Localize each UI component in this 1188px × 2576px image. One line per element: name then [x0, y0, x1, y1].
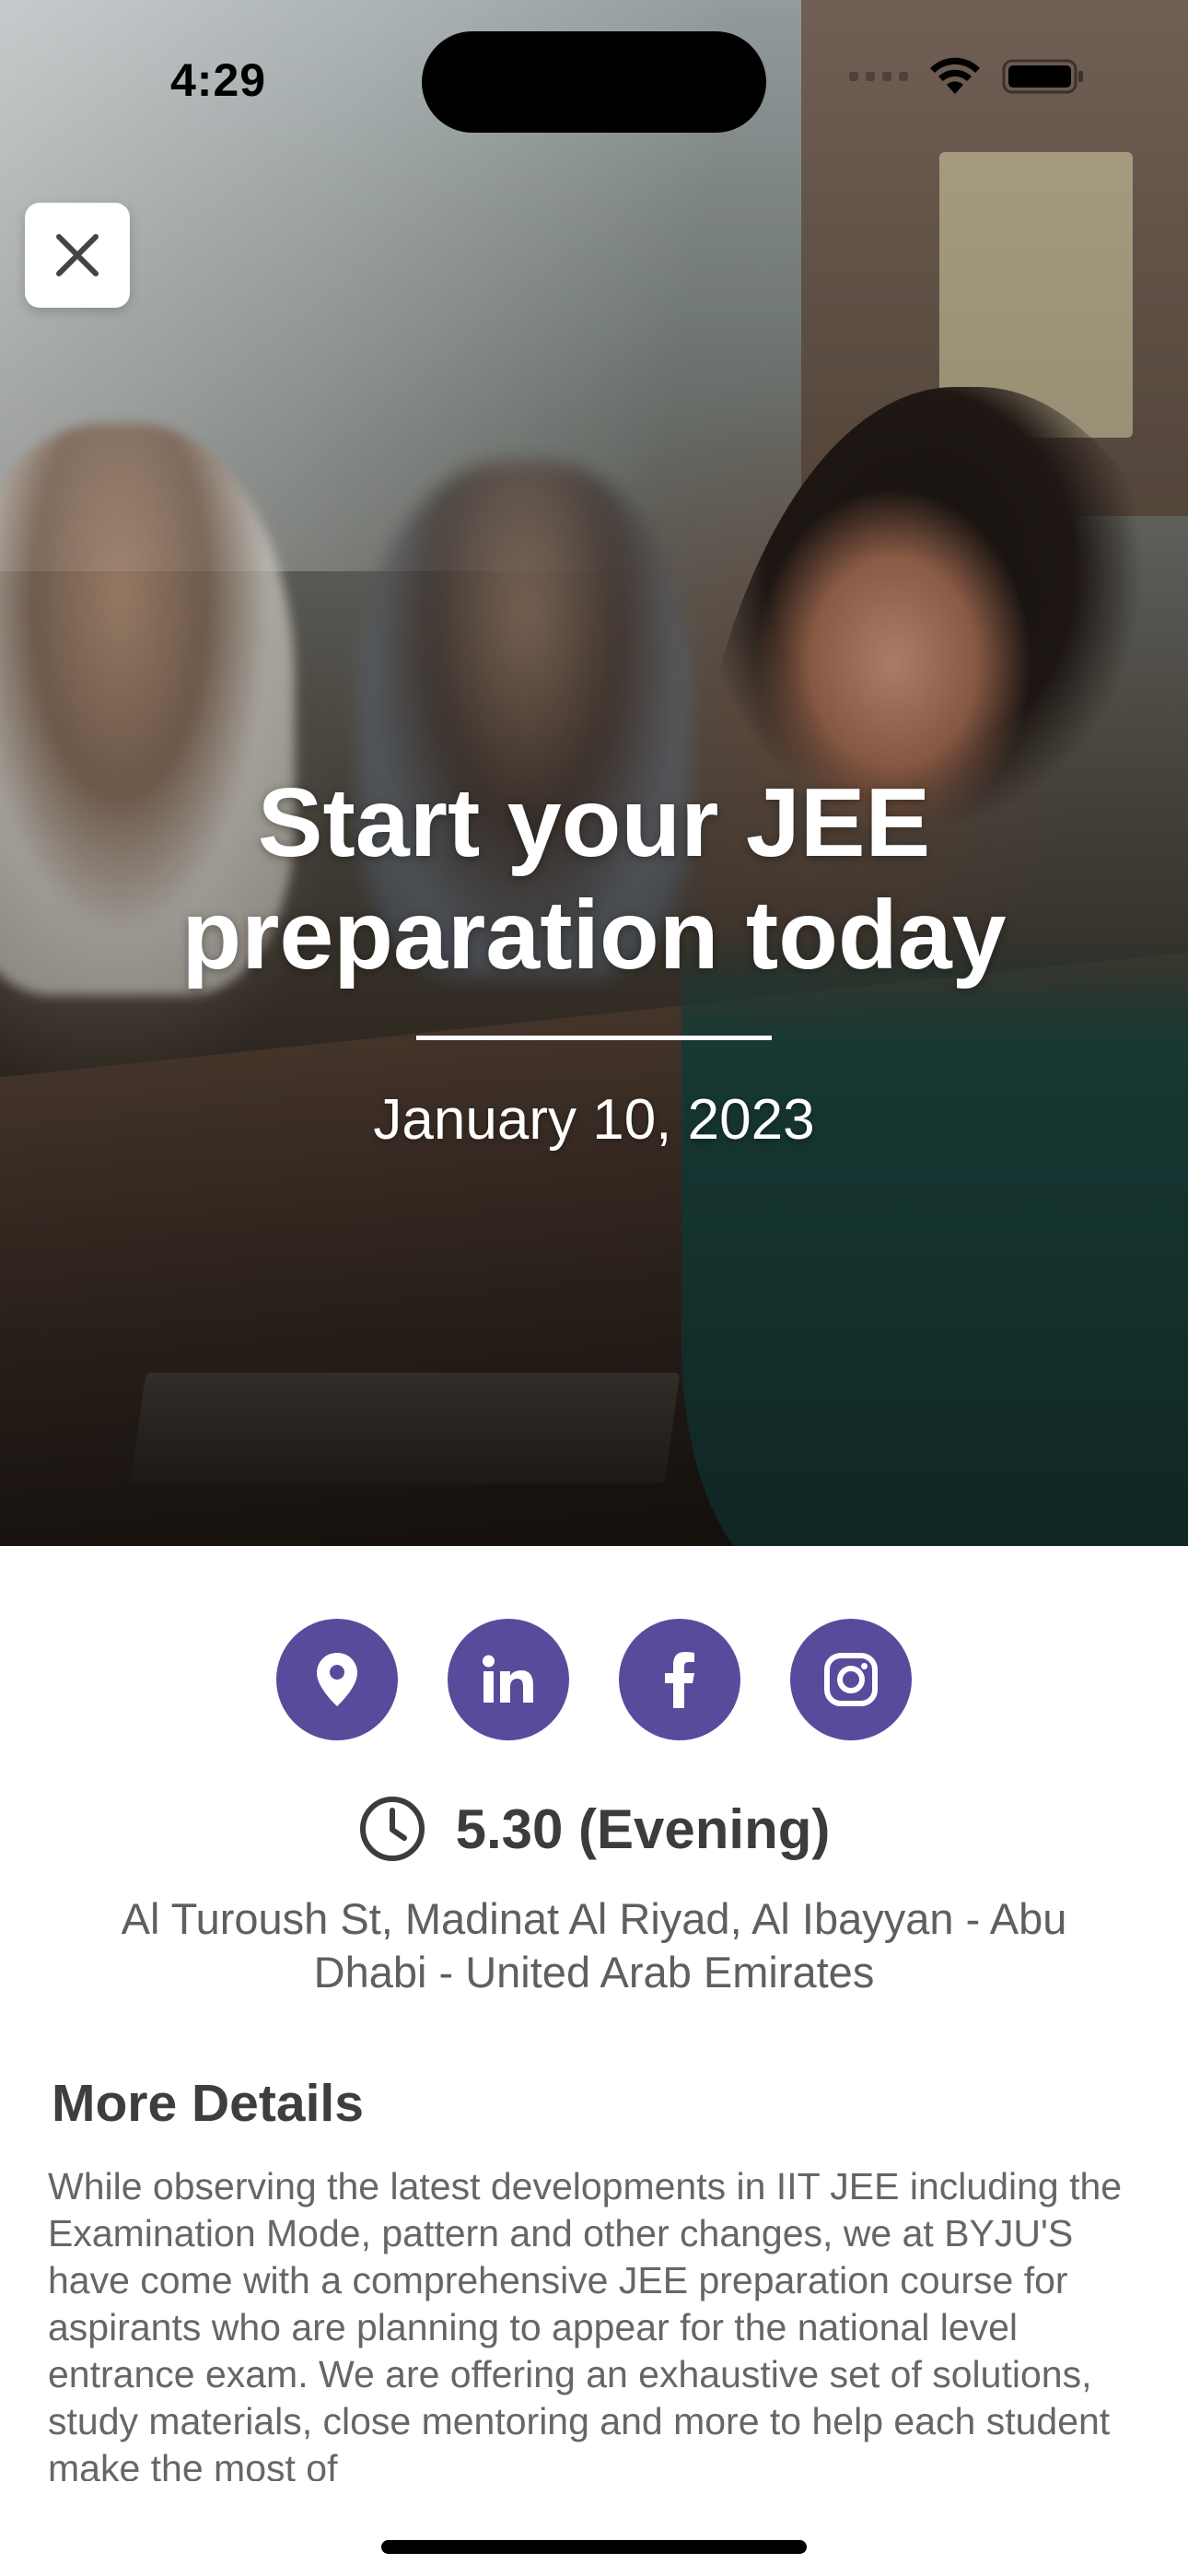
instagram-button[interactable] — [790, 1619, 912, 1740]
more-details-title: More Details — [52, 2074, 364, 2133]
home-indicator[interactable] — [381, 2540, 807, 2554]
facebook-icon — [665, 1652, 694, 1708]
location-pin-icon — [317, 1653, 357, 1706]
hero-divider — [416, 1036, 772, 1040]
hero-date: January 10, 2023 — [373, 1088, 815, 1152]
event-time-row: 5.30 (Evening) — [0, 1795, 1188, 1863]
social-row — [276, 1619, 912, 1740]
linkedin-button[interactable] — [448, 1619, 569, 1740]
wifi-icon — [930, 57, 980, 94]
status-time: 4:29 — [170, 54, 267, 106]
clock-icon — [359, 1797, 425, 1861]
more-details-body: While observing the latest developments … — [48, 2165, 1123, 2481]
linkedin-icon — [483, 1655, 533, 1703]
battery-icon — [1002, 59, 1083, 94]
location-button[interactable] — [276, 1619, 398, 1740]
event-address: Al Turoush St, Madinat Al Riyad, Al Ibay… — [121, 1894, 1067, 1996]
dynamic-island — [422, 31, 766, 133]
instagram-icon — [824, 1653, 878, 1706]
hero-title: Start your JEE preparation today — [181, 768, 1007, 989]
status-icons — [849, 57, 1085, 96]
facebook-button[interactable] — [619, 1619, 740, 1740]
event-time: 5.30 (Evening) — [455, 1797, 831, 1860]
close-button[interactable] — [25, 203, 130, 308]
cellular-signal-icon — [849, 72, 908, 81]
close-icon — [56, 234, 99, 276]
